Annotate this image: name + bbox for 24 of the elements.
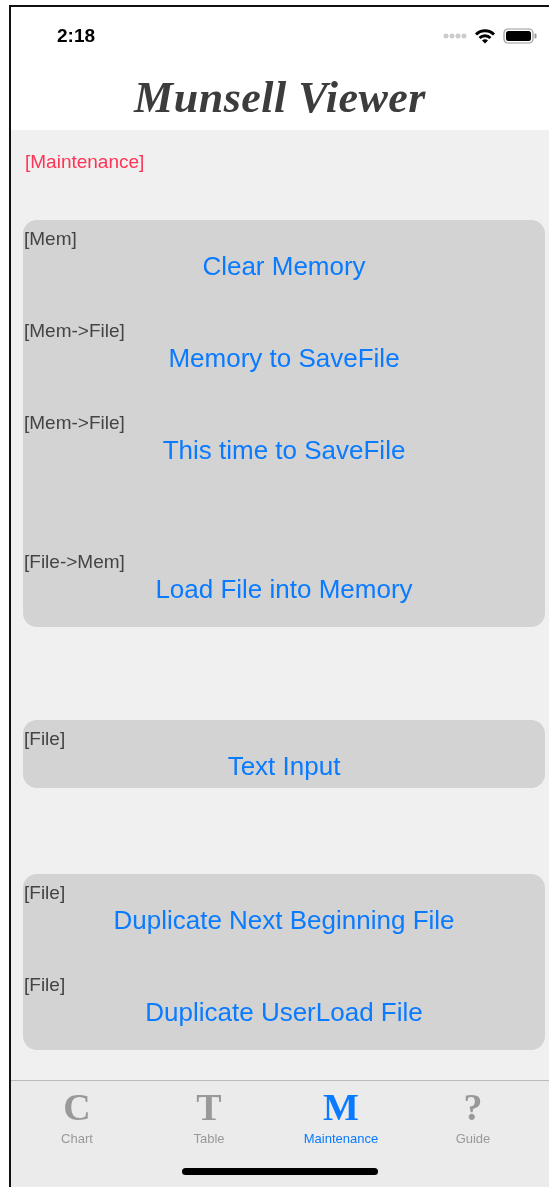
- battery-icon: [503, 28, 537, 44]
- tab[interactable]: ? Guide: [418, 1087, 528, 1146]
- status-time: 2:18: [57, 25, 96, 47]
- action-button[interactable]: Duplicate Next Beginning File: [113, 904, 455, 936]
- section-label: [Maintenance]: [25, 150, 145, 174]
- tag-label: [Mem->File]: [23, 320, 125, 342]
- tab[interactable]: M Maintenance: [286, 1087, 396, 1146]
- tag-label: [Mem]: [23, 228, 77, 250]
- tab[interactable]: T Table: [154, 1087, 264, 1146]
- tag-label: [File]: [23, 882, 66, 904]
- signal-icon: [443, 33, 467, 39]
- tag-label: [Mem->File]: [23, 412, 125, 434]
- action-button[interactable]: Duplicate UserLoad File: [145, 996, 423, 1028]
- action-button[interactable]: Memory to SaveFile: [168, 342, 400, 374]
- app-title: Munsell Viewer: [134, 72, 426, 123]
- wifi-icon: [474, 28, 496, 44]
- tag-label: [File]: [23, 728, 66, 750]
- tag-label: [File->Mem]: [23, 551, 125, 573]
- tag-label: [File]: [23, 974, 66, 996]
- tab[interactable]: C Chart: [22, 1087, 132, 1146]
- action-button[interactable]: This time to SaveFile: [162, 434, 406, 466]
- action-button[interactable]: Load File into Memory: [155, 573, 413, 605]
- action-button[interactable]: Text Input: [227, 750, 341, 782]
- action-button[interactable]: Clear Memory: [202, 250, 366, 282]
